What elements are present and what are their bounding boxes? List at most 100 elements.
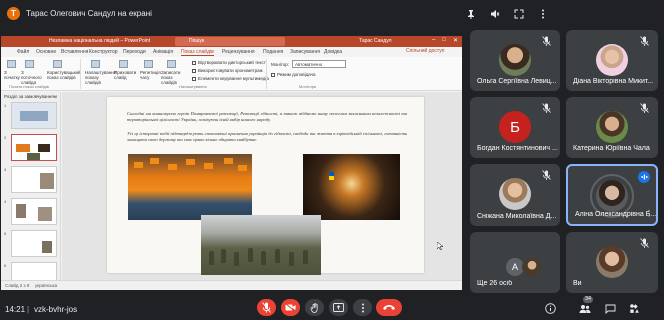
thumb-number: 5 xyxy=(4,231,7,236)
tab-insert[interactable]: Вставлення xyxy=(61,49,88,55)
photo-maidan-night xyxy=(303,154,400,220)
slide-thumbnail-selected[interactable] xyxy=(11,134,57,161)
microphone-button[interactable] xyxy=(257,299,276,316)
pp-ribbon: З початку З поточного слайда Користуваць… xyxy=(1,57,462,91)
pp-search[interactable]: Пошук xyxy=(175,37,285,46)
tab-review[interactable]: Рецензування xyxy=(222,49,255,55)
more-options-button[interactable] xyxy=(353,299,372,316)
maximize-icon[interactable]: □ xyxy=(442,37,446,44)
rb-use-timings[interactable]: Використовувати хронометраж xyxy=(192,68,263,73)
tab-view[interactable]: Подання xyxy=(263,49,283,55)
custom-show-icon[interactable] xyxy=(53,60,62,68)
rb-hide-slide[interactable]: Приховати слайд xyxy=(114,70,136,80)
hide-slide-icon[interactable] xyxy=(119,60,128,68)
tab-transitions[interactable]: Переходи xyxy=(123,49,146,55)
tab-help[interactable]: Довідка xyxy=(324,49,342,55)
reactions-button[interactable] xyxy=(305,299,324,316)
people-icon xyxy=(579,304,590,313)
pin-icon[interactable] xyxy=(463,6,479,22)
participant-tile[interactable]: Катерина Юріївна Чала xyxy=(566,97,658,158)
close-icon[interactable]: ✕ xyxy=(453,37,458,44)
info-icon xyxy=(545,303,556,314)
rb-monitor-label: Монітор: xyxy=(271,62,290,67)
participant-name: Катерина Юріївна Чала xyxy=(573,145,650,152)
participant-name: Сніжана Миколаївна Д... xyxy=(477,213,557,220)
leave-call-button[interactable] xyxy=(376,299,402,316)
top-actions xyxy=(463,6,551,22)
rb-group-setup: Налаштування xyxy=(179,84,207,89)
mic-off-icon xyxy=(638,237,650,249)
participant-avatar xyxy=(499,178,531,210)
present-screen-icon xyxy=(333,303,344,312)
tab-record[interactable]: Записування xyxy=(290,49,320,55)
participant-name: Аліна Олександрівна Б... xyxy=(575,211,657,218)
chat-button[interactable] xyxy=(604,302,617,315)
mute-icon[interactable] xyxy=(487,6,503,22)
meeting-code: vzk-bvhr-jos xyxy=(34,305,78,314)
status-slide-count: Слайд 2 з 9 xyxy=(5,283,30,288)
participant-tile-speaking[interactable]: Аліна Олександрівна Б... ⋮ xyxy=(566,164,658,226)
fullscreen-icon[interactable] xyxy=(511,6,527,22)
mouse-cursor-icon xyxy=(437,242,443,250)
minimize-icon[interactable]: – xyxy=(432,37,435,44)
present-button[interactable] xyxy=(329,299,348,316)
participant-avatar xyxy=(522,257,542,277)
activities-button[interactable] xyxy=(628,302,641,315)
self-tile[interactable]: Ви xyxy=(566,232,658,293)
tab-design[interactable]: Конструктор xyxy=(89,49,118,55)
people-button[interactable] xyxy=(578,302,591,315)
rehearse-icon[interactable] xyxy=(144,60,153,68)
rb-presenter-view[interactable]: Режим доповідача xyxy=(271,72,315,77)
pp-window-title: Незламна національна людей – PowerPoint xyxy=(49,38,151,44)
participant-tile[interactable]: Б Богдан Костянтинович ... xyxy=(470,97,560,158)
presenter-label: Тарас Олегович Сандул на екрані xyxy=(26,9,152,18)
rb-separator xyxy=(266,59,267,89)
more-options-icon xyxy=(361,303,364,312)
slideshow-start-icon[interactable] xyxy=(7,60,16,68)
current-slide: Сьогодні ми вшановуємо героїв Помаранчев… xyxy=(107,97,424,275)
self-name: Ви xyxy=(573,280,582,287)
info-button[interactable] xyxy=(544,302,557,315)
participant-tile[interactable]: Діана Вікторівна Микит... xyxy=(566,30,658,91)
slide-thumbnail[interactable] xyxy=(11,166,57,193)
slide-thumbnail[interactable] xyxy=(11,230,57,257)
slideshow-current-icon[interactable] xyxy=(25,60,34,68)
participant-name: Діана Вікторівна Микит... xyxy=(573,78,654,85)
rb-from-current[interactable]: З поточного слайда xyxy=(21,70,43,85)
participant-count-badge: 34 xyxy=(583,296,594,303)
slide-thumbnail[interactable] xyxy=(11,262,57,280)
camera-off-icon xyxy=(285,303,296,312)
rb-rehearse[interactable]: Репетиція часу xyxy=(140,70,161,80)
participant-avatar xyxy=(596,44,628,76)
more-options-icon[interactable] xyxy=(535,6,551,22)
tab-file[interactable]: Файл xyxy=(17,49,29,55)
rb-setup-show[interactable]: Налаштування показу слайдів xyxy=(85,70,116,85)
slide-canvas: Сьогодні ми вшановуємо героїв Помаранчев… xyxy=(62,92,462,280)
participant-tile[interactable]: Сніжана Миколаївна Д... xyxy=(470,164,560,226)
rb-record[interactable]: Записати показ слайдів xyxy=(161,70,185,85)
record-icon[interactable] xyxy=(167,60,176,68)
setup-show-icon[interactable] xyxy=(91,60,100,68)
slide-thumbnail[interactable] xyxy=(11,198,57,225)
slide-thumbnail[interactable] xyxy=(11,102,57,129)
rb-custom-show[interactable]: Користувацький показ слайдів xyxy=(47,70,81,80)
camera-button[interactable] xyxy=(281,299,300,316)
more-participants-tile[interactable]: А Ще 26 осіб xyxy=(470,232,560,293)
hand-icon xyxy=(310,302,318,313)
rb-from-start[interactable]: З початку xyxy=(4,70,20,80)
thumb-number: 3 xyxy=(4,167,7,172)
mic-off-icon xyxy=(262,302,271,313)
participant-tile[interactable]: Ольга Сергіївна Левиц... xyxy=(470,30,560,91)
rb-monitor-select[interactable]: Автоматично xyxy=(292,60,346,68)
participant-name: Богдан Костянтинович ... xyxy=(477,145,558,152)
tab-home[interactable]: Основне xyxy=(36,49,56,55)
tab-animations[interactable]: Анімація xyxy=(153,49,173,55)
rb-show-controls[interactable]: Елементи керування мультимедіа xyxy=(192,76,269,81)
pp-share-button[interactable]: Спільний доступ xyxy=(406,48,444,54)
chat-icon xyxy=(605,304,616,314)
rb-play-narrations[interactable]: Відтворювати дикторський текст xyxy=(192,60,266,65)
slide-paragraph-1: Сьогодні ми вшановуємо героїв Помаранчев… xyxy=(127,111,407,122)
tab-slideshow[interactable]: Показ слайдів xyxy=(181,49,214,56)
separator: | xyxy=(27,305,30,314)
more-options-icon[interactable]: ⋮ xyxy=(645,209,653,219)
